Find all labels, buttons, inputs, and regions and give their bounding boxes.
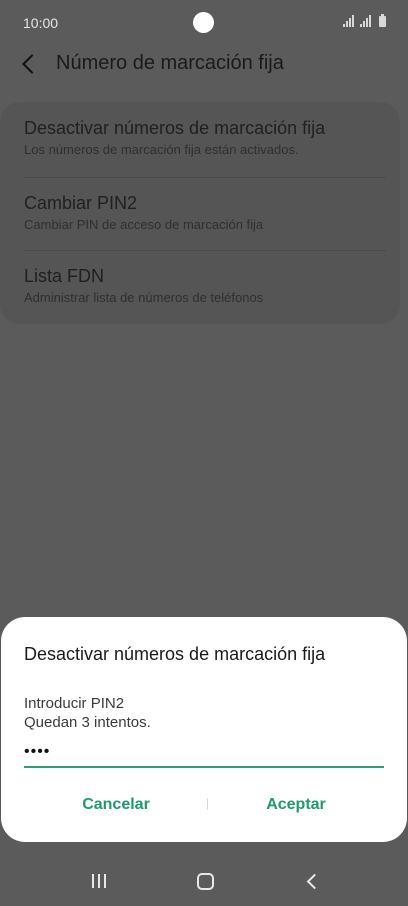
setting-change-pin2[interactable]: Cambiar PIN2 Cambiar PIN de acceso de ma… <box>24 193 384 232</box>
app-bar: Número de marcación fija <box>0 46 408 86</box>
setting-subtitle: Los números de marcación fija están acti… <box>24 142 299 157</box>
status-icons <box>343 14 386 27</box>
setting-title: Desactivar números de marcación fija <box>24 118 326 138</box>
navigation-bar <box>0 852 408 906</box>
battery-icon <box>379 14 386 27</box>
pin2-dialog: Desactivar números de marcación fija Int… <box>1 617 407 842</box>
divider <box>24 250 386 251</box>
dialog-message: Introducir PIN2 Quedan 3 intentos. <box>24 694 151 732</box>
setting-subtitle: Administrar lista de números de teléfono… <box>24 290 264 305</box>
setting-fdn-list[interactable]: Lista FDN Administrar lista de números d… <box>24 266 384 305</box>
status-bar: 10:00 <box>0 0 408 46</box>
dialog-title: Desactivar números de marcación fija <box>24 644 326 664</box>
signal-icon <box>343 15 354 27</box>
attempts-remaining: Quedan 3 intentos. <box>24 714 151 731</box>
back-arrow-icon[interactable] <box>22 54 42 74</box>
recent-apps-icon[interactable] <box>92 874 106 888</box>
home-icon[interactable] <box>197 873 214 890</box>
accept-button[interactable]: Aceptar <box>206 793 386 817</box>
signal-icon <box>360 15 371 27</box>
setting-title: Lista FDN <box>24 266 105 286</box>
settings-list: Desactivar números de marcación fija Los… <box>0 102 400 324</box>
dialog-prompt: Introducir PIN2 <box>24 695 125 712</box>
setting-subtitle: Cambiar PIN de acceso de marcación fija <box>24 217 264 232</box>
cancel-button[interactable]: Cancelar <box>26 793 206 817</box>
status-time: 10:00 <box>23 15 59 31</box>
pin2-input[interactable] <box>24 738 384 768</box>
setting-title: Cambiar PIN2 <box>24 193 138 213</box>
divider <box>24 177 386 178</box>
page-title: Número de marcación fija <box>56 52 284 74</box>
setting-disable-fdn[interactable]: Desactivar números de marcación fija Los… <box>24 118 384 157</box>
front-camera <box>193 12 214 33</box>
back-icon[interactable] <box>306 873 323 890</box>
